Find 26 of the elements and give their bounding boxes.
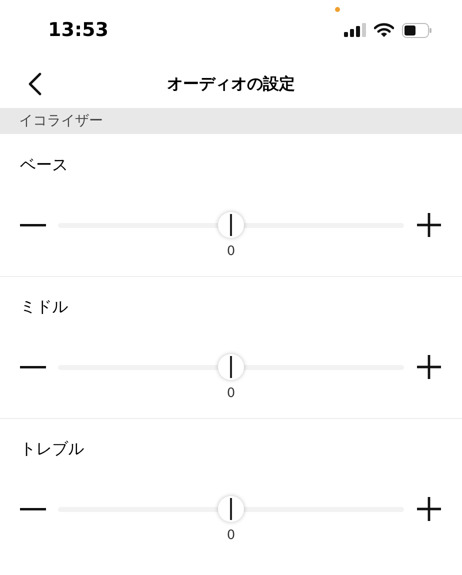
plus-icon bbox=[417, 497, 441, 521]
wifi-icon bbox=[374, 22, 394, 38]
status-time: 13:53 bbox=[48, 18, 108, 43]
battery-icon bbox=[402, 22, 432, 38]
plus-icon bbox=[417, 355, 441, 379]
slider-thumb[interactable] bbox=[218, 496, 244, 522]
minus-icon bbox=[20, 508, 46, 510]
slider-value: 0 bbox=[226, 386, 236, 402]
privacy-indicator-icon bbox=[335, 7, 340, 12]
band-label: ベース bbox=[19, 154, 69, 176]
signal-icon bbox=[344, 23, 366, 37]
slider-value: 0 bbox=[226, 528, 236, 544]
minus-icon bbox=[20, 224, 46, 226]
slider-thumb[interactable] bbox=[218, 212, 244, 238]
page-title: オーディオの設定 bbox=[167, 73, 295, 95]
section-header: イコライザー bbox=[0, 108, 462, 134]
band-label: トレブル bbox=[19, 438, 85, 460]
minus-icon bbox=[20, 366, 46, 368]
increase-button[interactable] bbox=[415, 353, 443, 381]
plus-icon bbox=[417, 213, 441, 237]
slider-thumb[interactable] bbox=[218, 354, 244, 380]
band-label: ミドル bbox=[19, 296, 69, 318]
slider-value: 0 bbox=[226, 244, 236, 260]
increase-button[interactable] bbox=[415, 211, 443, 239]
back-icon bbox=[28, 72, 42, 96]
increase-button[interactable] bbox=[415, 495, 443, 523]
